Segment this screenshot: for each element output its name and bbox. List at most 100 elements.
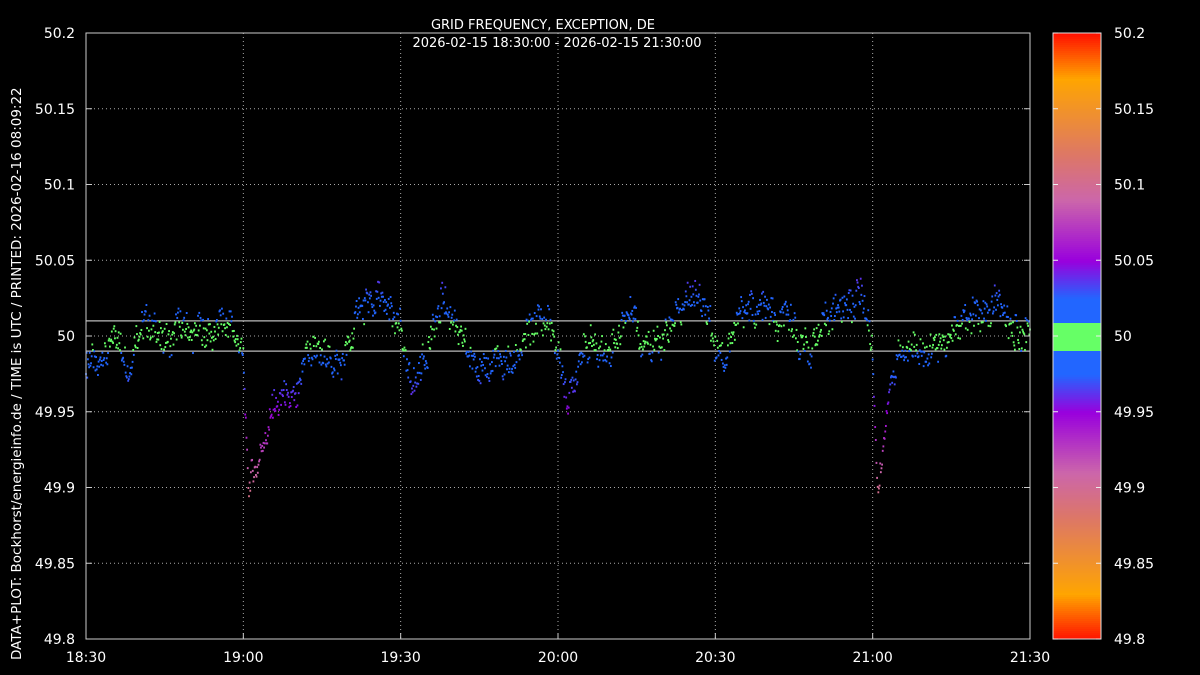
data-point <box>852 302 855 305</box>
data-point <box>674 301 677 304</box>
data-point <box>221 330 224 333</box>
data-point <box>742 326 745 329</box>
data-point <box>960 314 963 317</box>
data-point <box>217 333 220 336</box>
colorbar-band <box>1053 297 1101 300</box>
data-point <box>528 313 531 316</box>
data-point <box>453 319 456 322</box>
data-point <box>402 355 405 358</box>
data-point <box>1024 348 1026 351</box>
data-point <box>216 319 218 322</box>
colorbar-band <box>1053 249 1101 252</box>
data-point <box>931 346 934 349</box>
data-point <box>349 349 352 352</box>
data-point <box>693 304 696 307</box>
data-point <box>552 333 554 336</box>
data-point <box>114 337 116 340</box>
chart-title: GRID FREQUENCY, EXCEPTION, DE <box>431 18 655 33</box>
colorbar-band <box>1053 403 1101 406</box>
y-tick-label: 49.85 <box>35 556 75 572</box>
data-point <box>668 316 671 319</box>
colorbar-band <box>1053 197 1101 200</box>
data-point <box>793 312 796 315</box>
data-point <box>589 324 592 327</box>
data-point <box>758 310 761 313</box>
colorbar-band <box>1053 171 1101 174</box>
data-point <box>546 322 549 325</box>
colorbar-band <box>1053 471 1101 474</box>
data-point <box>769 306 771 309</box>
data-point <box>249 471 252 474</box>
colorbar-band <box>1053 607 1101 610</box>
data-point <box>620 319 623 322</box>
data-point <box>618 324 620 327</box>
data-point <box>860 293 863 296</box>
data-point <box>930 352 933 355</box>
data-point <box>842 316 845 319</box>
data-point <box>368 297 371 300</box>
data-point <box>670 329 673 332</box>
colorbar-band <box>1053 531 1101 534</box>
data-point <box>867 309 870 312</box>
colorbar-band <box>1053 383 1101 386</box>
data-point <box>305 346 308 349</box>
data-point <box>183 330 186 333</box>
data-point <box>928 362 931 365</box>
data-point <box>336 372 339 375</box>
data-point <box>324 363 327 366</box>
data-point <box>609 348 612 351</box>
data-point <box>627 314 630 317</box>
data-point <box>883 437 886 440</box>
colorbar-band <box>1053 153 1101 156</box>
data-point <box>1020 347 1023 350</box>
data-point <box>565 407 568 410</box>
colorbar-band <box>1053 165 1101 168</box>
x-tick-label: 19:30 <box>380 650 420 666</box>
data-point <box>971 296 974 299</box>
data-point <box>613 342 615 345</box>
data-point <box>611 333 614 336</box>
data-point <box>711 332 714 335</box>
data-point <box>900 355 903 358</box>
data-point <box>704 305 707 308</box>
data-point <box>829 310 832 313</box>
y-tick-label: 50.05 <box>35 253 75 269</box>
data-point <box>688 303 690 306</box>
data-point <box>716 339 719 342</box>
colorbar-band <box>1053 485 1101 488</box>
data-point <box>660 346 663 349</box>
data-point <box>119 332 122 335</box>
data-point <box>799 353 802 356</box>
colorbar-band <box>1053 227 1101 230</box>
y-tick-label: 50.2 <box>44 26 75 42</box>
data-point <box>240 337 243 340</box>
data-point <box>693 301 695 304</box>
data-point <box>100 359 103 362</box>
data-point <box>732 333 734 336</box>
data-point <box>969 312 972 315</box>
data-point <box>910 343 913 346</box>
data-point <box>591 345 593 348</box>
colorbar-band <box>1053 243 1101 246</box>
data-point <box>803 350 806 353</box>
data-point <box>545 318 547 321</box>
data-point <box>296 404 299 407</box>
colorbar-band <box>1053 139 1101 142</box>
colorbar-band <box>1053 371 1101 374</box>
data-point <box>411 387 413 390</box>
data-point <box>344 344 347 347</box>
data-point <box>117 347 119 350</box>
data-point <box>568 391 571 394</box>
data-point <box>238 351 240 354</box>
colorbar-band <box>1053 445 1101 448</box>
colorbar-band <box>1053 475 1101 478</box>
data-point <box>144 310 147 313</box>
data-point <box>513 363 516 366</box>
data-point <box>424 367 427 370</box>
data-point <box>698 283 701 286</box>
data-point <box>985 319 987 322</box>
colorbar-band <box>1053 119 1101 122</box>
data-point <box>786 305 788 308</box>
data-point <box>243 387 246 390</box>
data-point <box>943 348 946 351</box>
